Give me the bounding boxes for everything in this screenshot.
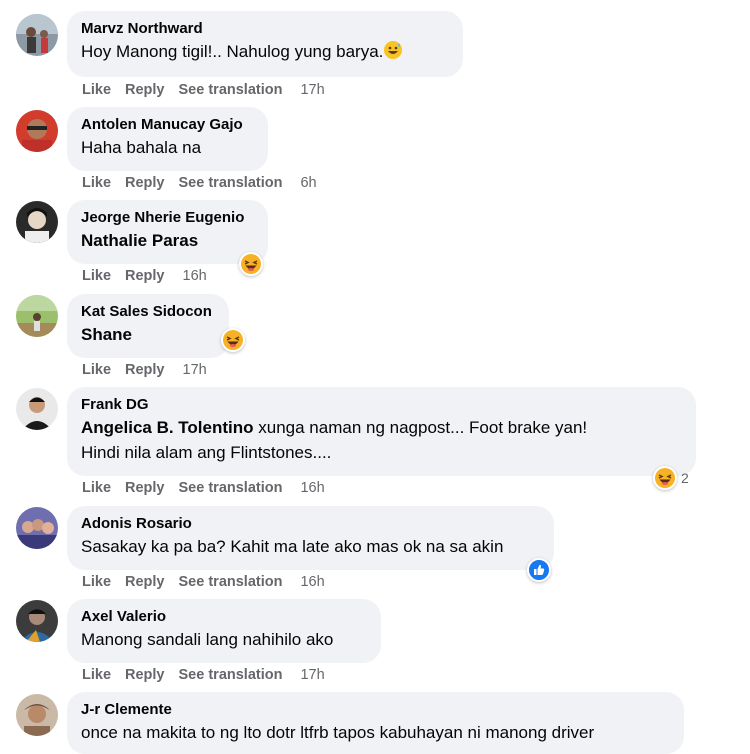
reply-button[interactable]: Reply xyxy=(125,362,165,378)
avatar[interactable] xyxy=(16,694,58,736)
avatar[interactable] xyxy=(16,600,58,642)
haha-reaction-icon[interactable] xyxy=(653,466,677,490)
comment-bubble: Kat Sales Sidocon Shane xyxy=(67,294,229,358)
comment-timestamp[interactable]: 17h xyxy=(300,667,324,683)
comment-timestamp[interactable]: 16h xyxy=(300,574,324,590)
comment-text: Manong sandali lang nahihilo ako xyxy=(81,630,334,649)
comment-bubble: Marvz Northward Hoy Manong tigil!.. Nahu… xyxy=(67,11,463,77)
comment-actions: Like Reply See translation 16h xyxy=(82,573,339,591)
haha-reaction-icon[interactable] xyxy=(221,328,245,352)
avatar[interactable] xyxy=(16,14,58,56)
comment-actions: Like Reply 17h xyxy=(82,361,221,379)
comment-actions: Like Reply 16h xyxy=(82,267,221,285)
reply-button[interactable]: Reply xyxy=(125,574,165,590)
reaction-count[interactable]: 2 xyxy=(681,470,689,486)
see-translation-button[interactable]: See translation xyxy=(179,574,283,590)
comment-author[interactable]: Kat Sales Sidocon xyxy=(81,302,215,322)
avatar[interactable] xyxy=(16,388,58,430)
reply-button[interactable]: Reply xyxy=(125,480,165,496)
comment-text: Hoy Manong tigil!.. Nahulog yung barya. xyxy=(81,42,384,61)
tagged-user[interactable]: Nathalie Paras xyxy=(81,228,254,253)
comment-author[interactable]: Frank DG xyxy=(81,395,682,415)
tagged-user[interactable]: Shane xyxy=(81,322,215,347)
grinning-sweat-icon xyxy=(383,40,403,60)
comment-text-line-2: Hindi nila alam ang Flintstones.... xyxy=(81,443,332,462)
comment-bubble: J-r Clemente once na makita to ng lto do… xyxy=(67,692,684,754)
like-button[interactable]: Like xyxy=(82,667,111,683)
reply-button[interactable]: Reply xyxy=(125,175,165,191)
like-button[interactable]: Like xyxy=(82,268,111,284)
like-button[interactable]: Like xyxy=(82,82,111,98)
comment-actions: Like Reply See translation 16h xyxy=(82,479,339,497)
comment-bubble: Adonis Rosario Sasakay ka pa ba? Kahit m… xyxy=(67,506,554,570)
comment-author[interactable]: Jeorge Nherie Eugenio xyxy=(81,208,254,228)
avatar[interactable] xyxy=(16,110,58,152)
comment-bubble: Axel Valerio Manong sandali lang nahihil… xyxy=(67,599,381,663)
see-translation-button[interactable]: See translation xyxy=(179,667,283,683)
comment-timestamp[interactable]: 16h xyxy=(300,480,324,496)
comment-text: xunga naman ng nagpost... Foot brake yan… xyxy=(253,418,588,437)
like-reaction-icon[interactable] xyxy=(527,558,551,582)
comment-text: once na makita to ng lto dotr ltfrb tapo… xyxy=(81,723,595,742)
see-translation-button[interactable]: See translation xyxy=(179,480,283,496)
comment-author[interactable]: Marvz Northward xyxy=(81,19,449,39)
comment-bubble: Frank DG Angelica B. Tolentino xunga nam… xyxy=(67,387,696,476)
reply-button[interactable]: Reply xyxy=(125,268,165,284)
comment-bubble: Antolen Manucay Gajo Haha bahala na xyxy=(67,107,268,171)
comment-actions: Like Reply See translation 17h xyxy=(82,666,339,684)
avatar[interactable] xyxy=(16,201,58,243)
comment-author[interactable]: J-r Clemente xyxy=(81,700,670,720)
avatar[interactable] xyxy=(16,295,58,337)
comment-timestamp[interactable]: 17h xyxy=(300,82,324,98)
comment-actions: Like Reply See translation 17h xyxy=(82,81,339,99)
like-button[interactable]: Like xyxy=(82,574,111,590)
like-button[interactable]: Like xyxy=(82,480,111,496)
avatar[interactable] xyxy=(16,507,58,549)
see-translation-button[interactable]: See translation xyxy=(179,82,283,98)
see-translation-button[interactable]: See translation xyxy=(179,175,283,191)
comment-author[interactable]: Axel Valerio xyxy=(81,607,367,627)
comment-text: Haha bahala na xyxy=(81,138,202,157)
comment-timestamp[interactable]: 16h xyxy=(183,268,207,284)
like-button[interactable]: Like xyxy=(82,362,111,378)
comment-bubble: Jeorge Nherie Eugenio Nathalie Paras xyxy=(67,200,268,264)
reply-button[interactable]: Reply xyxy=(125,82,165,98)
comment-text: Sasakay ka pa ba? Kahit ma late ako mas … xyxy=(81,537,504,556)
comment-actions: Like Reply See translation 6h xyxy=(82,174,331,192)
like-button[interactable]: Like xyxy=(82,175,111,191)
haha-reaction-icon[interactable] xyxy=(239,252,263,276)
comment-timestamp[interactable]: 6h xyxy=(300,175,316,191)
tagged-user[interactable]: Angelica B. Tolentino xyxy=(81,418,254,437)
comment-author[interactable]: Adonis Rosario xyxy=(81,514,540,534)
comment-timestamp[interactable]: 17h xyxy=(183,362,207,378)
reply-button[interactable]: Reply xyxy=(125,667,165,683)
comment-author[interactable]: Antolen Manucay Gajo xyxy=(81,115,254,135)
